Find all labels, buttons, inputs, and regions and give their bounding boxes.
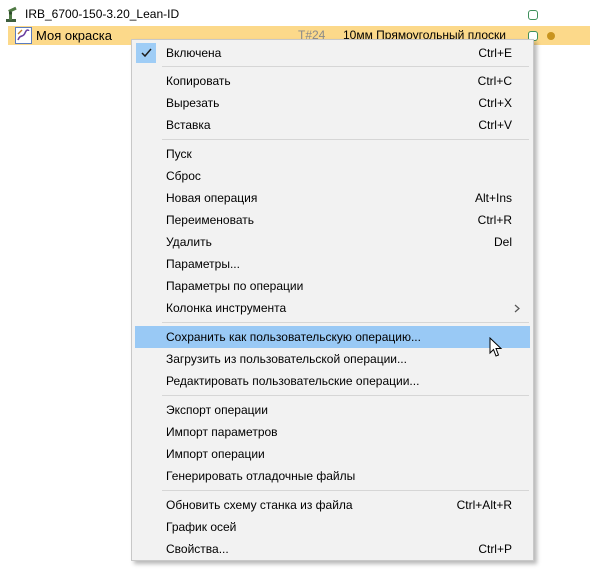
checkmark-icon xyxy=(136,43,156,63)
menu-item-parameters[interactable]: Параметры... xyxy=(135,253,530,275)
menu-item-import-parameters[interactable]: Импорт параметров xyxy=(135,421,530,443)
menu-item-load-user-operation[interactable]: Загрузить из пользовательской операции..… xyxy=(135,348,530,370)
menu-separator xyxy=(162,395,529,396)
menu-separator xyxy=(162,139,529,140)
menu-item-delete[interactable]: Удалить Del xyxy=(135,231,530,253)
chevron-right-icon xyxy=(514,297,520,319)
menu-item-copy[interactable]: Копировать Ctrl+C xyxy=(135,70,530,92)
operation-name: Моя окраска xyxy=(36,28,112,43)
menu-item-edit-user-operations[interactable]: Редактировать пользовательские операции.… xyxy=(135,370,530,392)
menu-item-new-operation[interactable]: Новая операция Alt+Ins xyxy=(135,187,530,209)
robot-arm-icon xyxy=(6,6,17,22)
menu-item-generate-debug-files[interactable]: Генерировать отладочные файлы xyxy=(135,465,530,487)
menu-separator xyxy=(162,490,529,491)
operation-state-dot-icon xyxy=(547,32,555,40)
menu-item-start[interactable]: Пуск xyxy=(135,143,530,165)
menu-item-cut[interactable]: Вырезать Ctrl+X xyxy=(135,92,530,114)
menu-item-properties[interactable]: Свойства... Ctrl+P xyxy=(135,538,530,560)
menu-item-update-machine-scheme[interactable]: Обновить схему станка из файла Ctrl+Alt+… xyxy=(135,494,530,516)
menu-item-import-operation[interactable]: Импорт операции xyxy=(135,443,530,465)
menu-item-rename[interactable]: Переименовать Ctrl+R xyxy=(135,209,530,231)
context-menu: Включена Ctrl+E Копировать Ctrl+C Выреза… xyxy=(131,39,534,561)
tree-item-robot[interactable]: IRB_6700-150-3.20_Lean-ID xyxy=(0,5,590,24)
menu-item-reset[interactable]: Сброс xyxy=(135,165,530,187)
menu-separator xyxy=(162,322,529,323)
paint-operation-icon xyxy=(15,27,32,44)
robot-name: IRB_6700-150-3.20_Lean-ID xyxy=(25,7,180,21)
mouse-pointer-icon xyxy=(489,337,503,357)
menu-item-tool-column[interactable]: Колонка инструмента xyxy=(135,297,530,319)
menu-item-operation-parameters[interactable]: Параметры по операции xyxy=(135,275,530,297)
menu-item-axes-chart[interactable]: График осей xyxy=(135,516,530,538)
menu-item-paste[interactable]: Вставка Ctrl+V xyxy=(135,114,530,136)
menu-item-enabled[interactable]: Включена Ctrl+E xyxy=(135,42,530,64)
menu-item-export-operation[interactable]: Экспорт операции xyxy=(135,399,530,421)
robot-status-icon xyxy=(528,10,538,20)
menu-item-save-user-operation[interactable]: Сохранить как пользовательскую операцию.… xyxy=(135,326,530,348)
menu-separator xyxy=(162,66,529,67)
